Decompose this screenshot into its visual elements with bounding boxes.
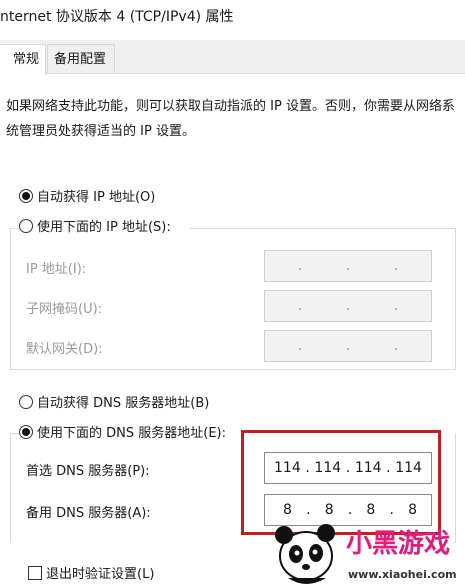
subnet-mask-field[interactable]: ... [264,290,432,322]
ip-auto-radio[interactable]: 自动获得 IP 地址(O) [19,189,155,207]
checkbox-icon [28,566,42,580]
ip-group-border-left-top [10,228,19,229]
watermark-url: www.xiaohei.com [348,568,457,581]
watermark-logo: 小黑游戏 www.xiaohei.com [275,524,457,584]
dns-group-border-left-top [10,433,19,434]
watermark-title: 小黑游戏 [346,529,450,559]
window-title: nternet 协议版本 4 (TCP/IPv4) 属性 [0,9,234,25]
dns-group-border-left [10,433,11,543]
ip-manual-radio[interactable]: 使用下面的 IP 地址(S): [19,219,175,237]
alternate-dns-label: 备用 DNS 服务器(A): [26,506,151,521]
radio-unchecked-icon [19,219,33,233]
dns-auto-radio[interactable]: 自动获得 DNS 服务器地址(B) [19,395,209,413]
validate-label: 退出时验证设置(L) [46,567,155,582]
ip-auto-label: 自动获得 IP 地址(O) [37,190,156,205]
default-gateway-label: 默认网关(D): [26,342,103,357]
description-text: 如果网络支持此功能，则可以获取自动指派的 IP 设置。否则，你需要从网络系统管理… [6,99,455,139]
radio-unchecked-icon [19,395,33,409]
ip-group-border-top [190,228,455,229]
panda-mascot-icon [275,524,335,584]
dns-manual-radio[interactable]: 使用下面的 DNS 服务器地址(E): [19,425,230,443]
preferred-dns-label: 首选 DNS 服务器(P): [26,464,150,479]
ip-group-border-right [455,228,456,370]
radio-checked-icon [19,189,33,203]
ip-group-border-left [10,228,11,370]
dns-auto-label: 自动获得 DNS 服务器地址(B) [37,396,210,411]
validate-checkbox[interactable]: 退出时验证设置(L) [28,566,154,584]
tab-general[interactable]: 常规 [0,44,46,75]
default-gateway-field[interactable]: ... [264,330,432,362]
ip-address-field[interactable]: ... [264,250,432,282]
subnet-mask-label: 子网掩码(U): [26,302,103,317]
tab-alternate-config[interactable]: 备用配置 [47,44,115,73]
dns-manual-label: 使用下面的 DNS 服务器地址(E): [37,426,226,441]
ip-address-label: IP 地址(I): [26,262,87,277]
ip-manual-label: 使用下面的 IP 地址(S): [37,220,171,235]
ip-group-border-bottom [10,369,456,370]
radio-checked-icon [19,425,33,439]
